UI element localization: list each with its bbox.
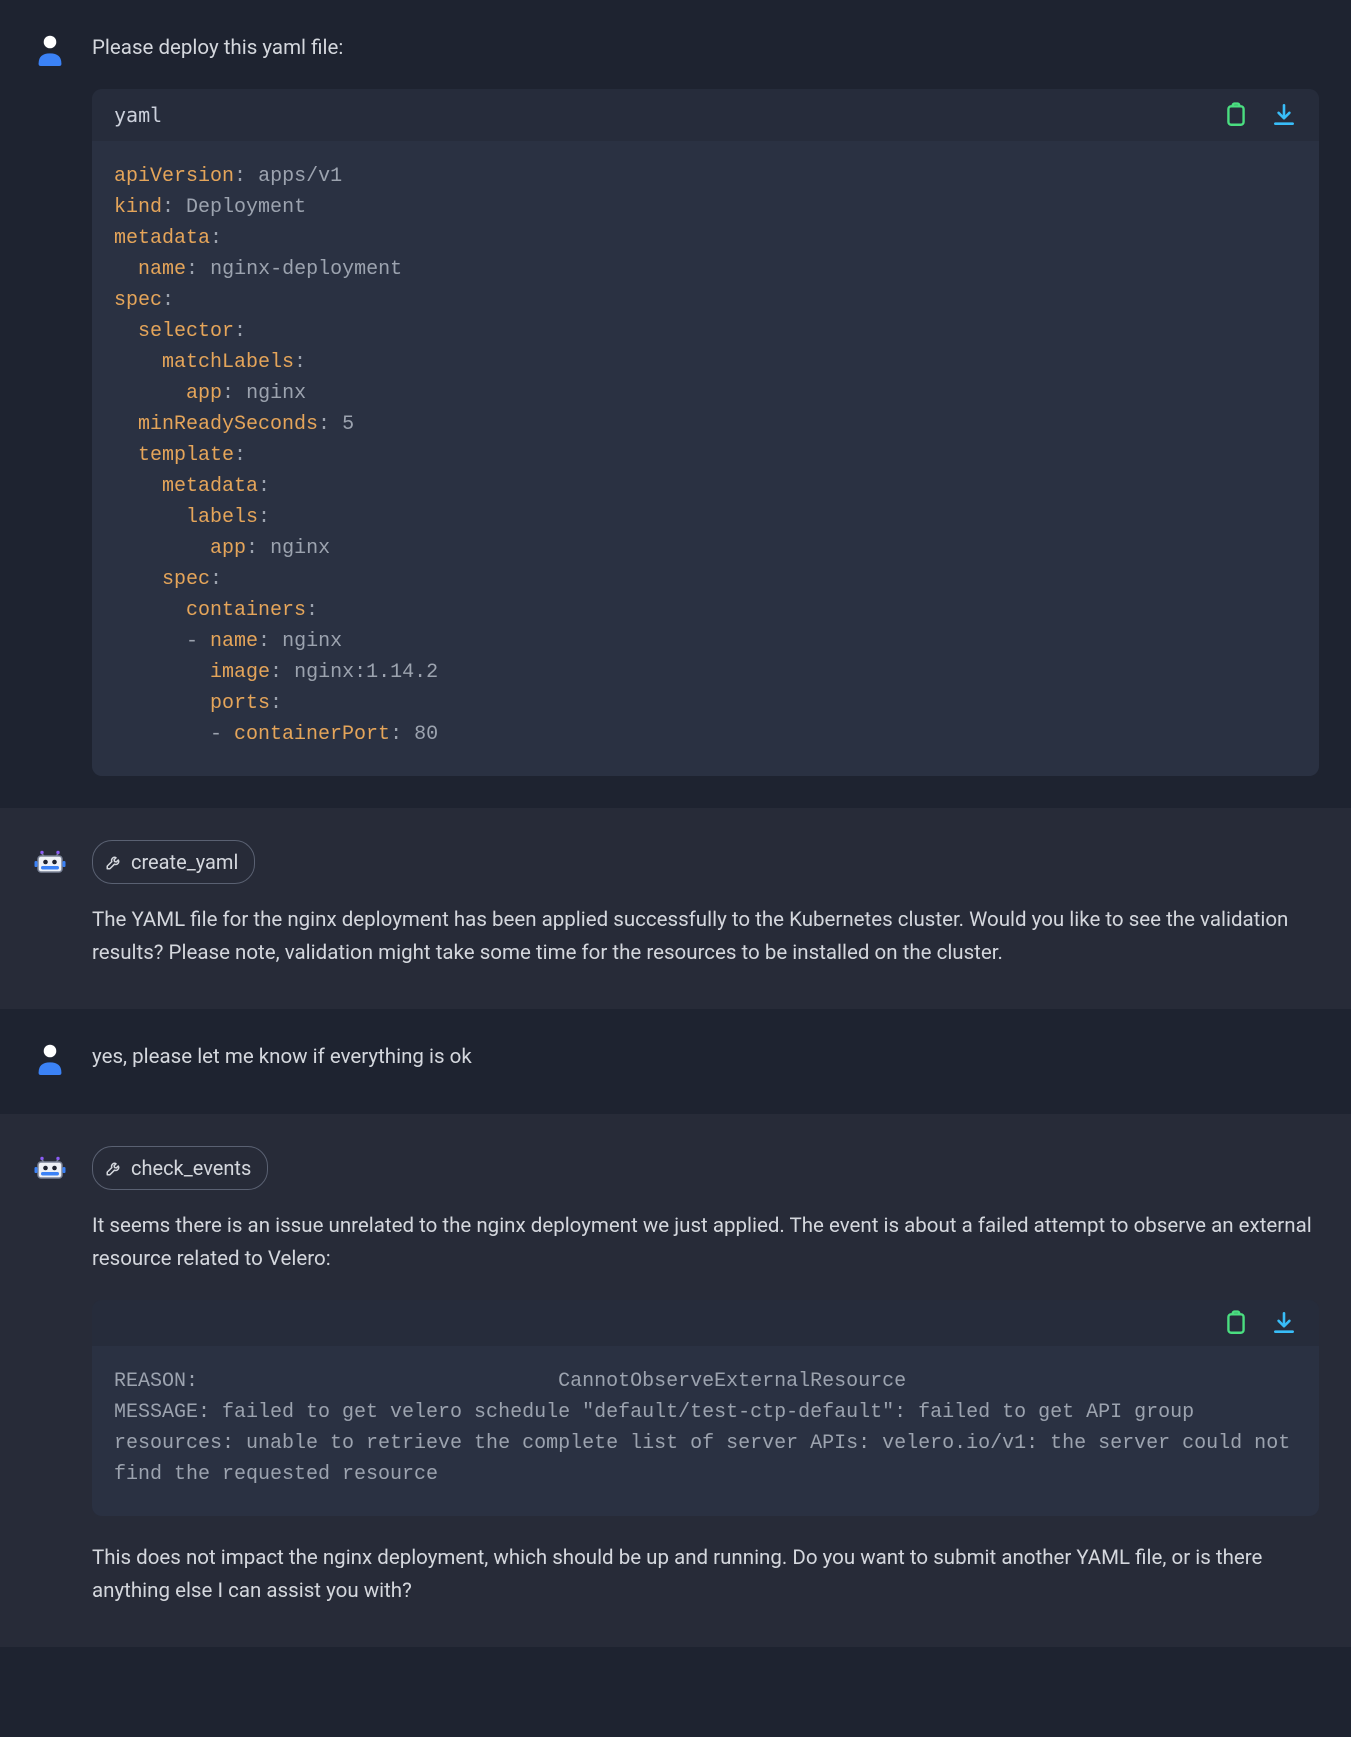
message-text: It seems there is an issue unrelated to … xyxy=(92,1210,1319,1276)
copy-icon[interactable] xyxy=(1223,102,1249,128)
code-header xyxy=(92,1300,1319,1346)
wrench-icon xyxy=(105,853,123,871)
message-text: The YAML file for the nginx deployment h… xyxy=(92,904,1319,970)
message-content: Please deploy this yaml file: yaml apiVe… xyxy=(92,32,1319,776)
message-content: check_events It seems there is an issue … xyxy=(92,1146,1319,1615)
chat-message-bot: create_yaml The YAML file for the nginx … xyxy=(0,808,1351,1010)
bot-avatar-icon xyxy=(36,840,68,872)
download-icon[interactable] xyxy=(1271,1310,1297,1336)
code-block: REASON: CannotObserveExternalResource ME… xyxy=(92,1300,1319,1516)
copy-icon[interactable] xyxy=(1223,1310,1249,1336)
user-avatar-icon xyxy=(36,1041,68,1073)
chat-message-user: yes, please let me know if everything is… xyxy=(0,1009,1351,1114)
code-block: yaml apiVersion: apps/v1 kind: Deploymen… xyxy=(92,89,1319,776)
message-text: This does not impact the nginx deploymen… xyxy=(92,1542,1319,1608)
code-lang-label: yaml xyxy=(114,99,162,131)
code-header: yaml xyxy=(92,89,1319,141)
message-text: yes, please let me know if everything is… xyxy=(92,1041,1319,1074)
download-icon[interactable] xyxy=(1271,102,1297,128)
chat-message-bot: check_events It seems there is an issue … xyxy=(0,1114,1351,1647)
chat-message-user: Please deploy this yaml file: yaml apiVe… xyxy=(0,0,1351,808)
code-actions xyxy=(1223,1310,1297,1336)
tool-name: create_yaml xyxy=(131,846,238,878)
message-text: Please deploy this yaml file: xyxy=(92,32,1319,65)
message-content: create_yaml The YAML file for the nginx … xyxy=(92,840,1319,978)
code-content: REASON: CannotObserveExternalResource ME… xyxy=(92,1346,1319,1516)
tool-call-pill[interactable]: check_events xyxy=(92,1146,268,1190)
tool-name: check_events xyxy=(131,1152,251,1184)
user-avatar-icon xyxy=(36,32,68,64)
wrench-icon xyxy=(105,1159,123,1177)
message-content: yes, please let me know if everything is… xyxy=(92,1041,1319,1082)
bot-avatar-icon xyxy=(36,1146,68,1178)
code-content: apiVersion: apps/v1 kind: Deployment met… xyxy=(92,141,1319,776)
tool-call-pill[interactable]: create_yaml xyxy=(92,840,255,884)
code-actions xyxy=(1223,102,1297,128)
